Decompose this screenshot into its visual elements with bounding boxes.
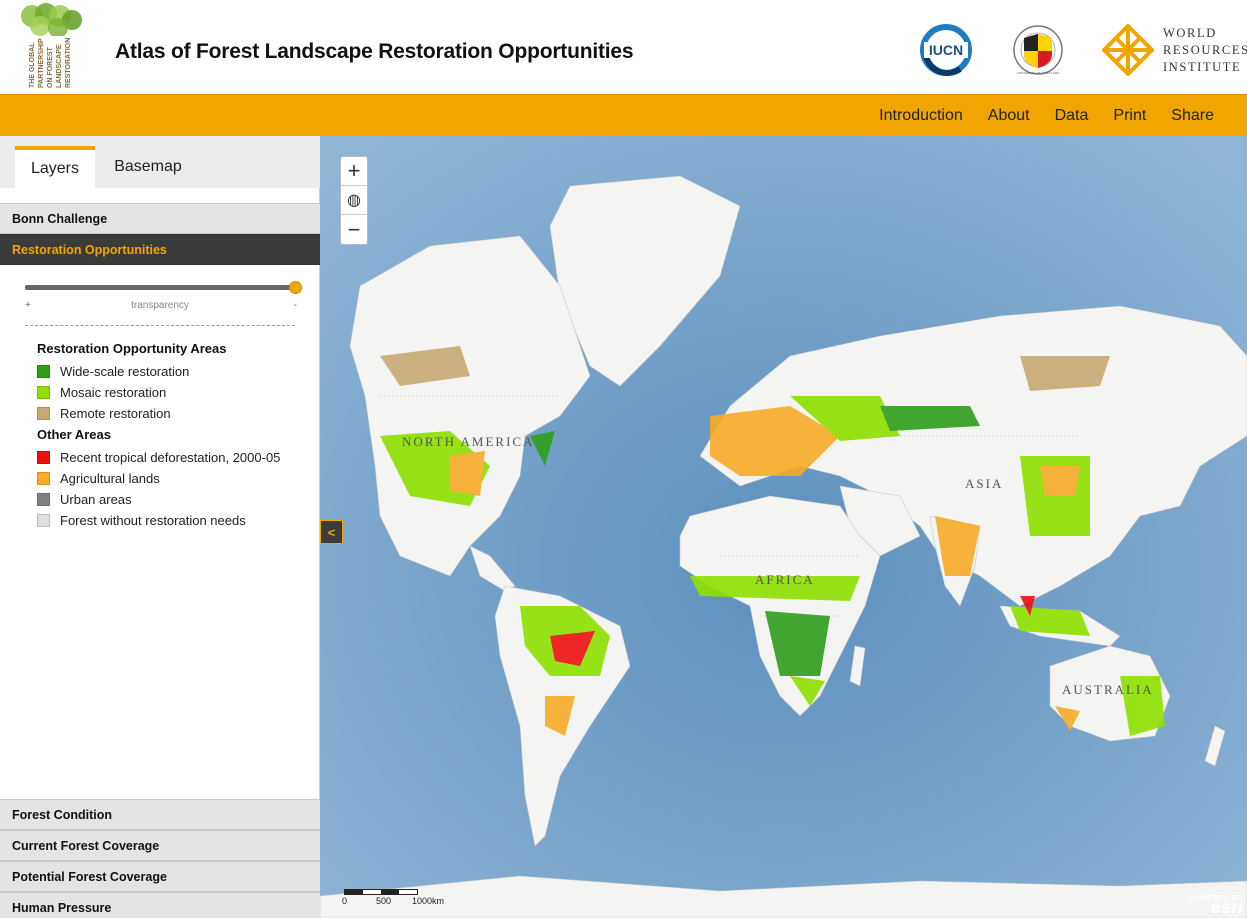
zoom-in-button[interactable]: + [341, 157, 367, 186]
page-title: Atlas of Forest Landscape Restoration Op… [115, 40, 634, 63]
map-label-australia: AUSTRALIA [1062, 682, 1154, 697]
scale-label-0: 0 [342, 896, 348, 906]
scale-label-1000: 1000km [412, 896, 445, 906]
nav-about[interactable]: About [988, 107, 1030, 125]
divider [25, 325, 295, 326]
legend-item: Recent tropical deforestation, 2000-05 [37, 447, 317, 468]
slider-minus-label: - [293, 300, 297, 311]
slider-track[interactable] [25, 285, 295, 290]
legend-swatch [37, 365, 50, 378]
wri-logo [1102, 24, 1154, 76]
legend-label: Recent tropical deforestation, 2000-05 [60, 450, 281, 465]
header: THE GLOBAL PARTNERSHIP ON FOREST LANDSCA… [0, 0, 1247, 94]
umd-logo-text: UNIVERSITY OF MARYLAND [1017, 71, 1061, 75]
legend-swatch [37, 472, 50, 485]
overlay-agri-na [450, 451, 485, 496]
gpflr-logo: THE GLOBAL PARTNERSHIP ON FOREST LANDSCA… [21, 3, 82, 88]
wri-line-1: WORLD [1163, 26, 1217, 40]
legend-label: Remote restoration [60, 406, 171, 421]
transparency-slider[interactable]: + transparency - [25, 281, 302, 322]
nav-introduction[interactable]: Introduction [879, 107, 963, 125]
legend-heading-other: Other Areas [37, 427, 111, 442]
accordion-bonn-challenge[interactable]: Bonn Challenge [0, 203, 320, 234]
zoom-controls: + ◍ − [340, 156, 368, 245]
svg-text:PARTNERSHIP: PARTNERSHIP [38, 38, 45, 88]
map-view[interactable]: NORTH AMERICA ASIA AFRICA AUSTRALIA + ◍ … [320, 136, 1247, 918]
legend-item: Forest without restoration needs [37, 510, 317, 531]
legend-item: Urban areas [37, 489, 317, 510]
legend-swatch [37, 451, 50, 464]
collapse-sidebar-button[interactable]: < [320, 520, 343, 544]
esri-logo: esri [1210, 897, 1243, 917]
legend-label: Forest without restoration needs [60, 513, 246, 528]
world-map[interactable] [320, 136, 1247, 918]
navbar: Introduction About Data Print Share [0, 94, 1247, 136]
map-label-africa: AFRICA [755, 572, 815, 587]
legend-item: Remote restoration [37, 403, 317, 424]
sidebar: Layers Basemap Bonn Challenge Restoratio… [0, 136, 320, 918]
legend-item: Wide-scale restoration [37, 361, 317, 382]
svg-text:THE GLOBAL: THE GLOBAL [29, 42, 36, 88]
scale-label-500: 500 [376, 896, 392, 906]
overlay-remote-asia [1020, 356, 1110, 391]
accordion-potential-forest-coverage[interactable]: Potential Forest Coverage [0, 861, 320, 892]
home-globe-icon[interactable]: ◍ [341, 186, 367, 215]
slider-handle[interactable] [289, 281, 302, 294]
iucn-logo-text: IUCN [929, 42, 963, 58]
tab-layers[interactable]: Layers [15, 146, 95, 188]
nav-data[interactable]: Data [1055, 107, 1089, 125]
scale-bar: 0 500 1000km [342, 889, 464, 907]
legend-label: Urban areas [60, 492, 132, 507]
slider-label: transparency [131, 300, 189, 311]
accordion-restoration-opportunities[interactable]: Restoration Opportunities [0, 234, 320, 265]
legend: Restoration Opportunity Areas Wide-scale… [37, 340, 317, 531]
map-label-asia: ASIA [965, 476, 1004, 491]
nav-links: Introduction About Data Print Share [854, 95, 1214, 137]
umd-logo: UNIVERSITY OF MARYLAND [1013, 25, 1063, 75]
iucn-logo: IUCN [920, 24, 972, 76]
nav-print[interactable]: Print [1113, 107, 1146, 125]
overlay-agri-china [1040, 466, 1080, 496]
sidebar-tabs: Layers Basemap [0, 136, 320, 188]
map-label-north-america: NORTH AMERICA [402, 434, 535, 449]
tab-basemap[interactable]: Basemap [100, 146, 196, 188]
legend-heading-restoration: Restoration Opportunity Areas [37, 341, 227, 356]
legend-swatch [37, 386, 50, 399]
svg-text:ON FOREST: ON FOREST [47, 46, 54, 88]
esri-attribution[interactable]: POWERED BY esri [1188, 894, 1243, 917]
svg-text:LANDSCAPE: LANDSCAPE [56, 44, 63, 88]
legend-item: Agricultural lands [37, 468, 317, 489]
legend-item: Mosaic restoration [37, 382, 317, 403]
svg-text:RESTORATION: RESTORATION [65, 38, 72, 88]
legend-swatch [37, 493, 50, 506]
scale-labels: 0 500 1000km [342, 895, 464, 907]
wri-line-2: RESOURCES [1163, 43, 1247, 57]
wri-line-3: INSTITUTE [1163, 60, 1242, 74]
legend-label: Agricultural lands [60, 471, 160, 486]
legend-label: Wide-scale restoration [60, 364, 190, 379]
wri-name: WORLD RESOURCES INSTITUTE [1163, 25, 1247, 76]
zoom-out-button[interactable]: − [341, 215, 367, 244]
accordion-forest-condition[interactable]: Forest Condition [0, 799, 320, 830]
legend-label: Mosaic restoration [60, 385, 167, 400]
nav-share[interactable]: Share [1171, 107, 1214, 125]
legend-swatch [37, 514, 50, 527]
legend-swatch [37, 407, 50, 420]
accordion-current-forest-coverage[interactable]: Current Forest Coverage [0, 830, 320, 861]
accordion-human-pressure[interactable]: Human Pressure [0, 892, 320, 918]
